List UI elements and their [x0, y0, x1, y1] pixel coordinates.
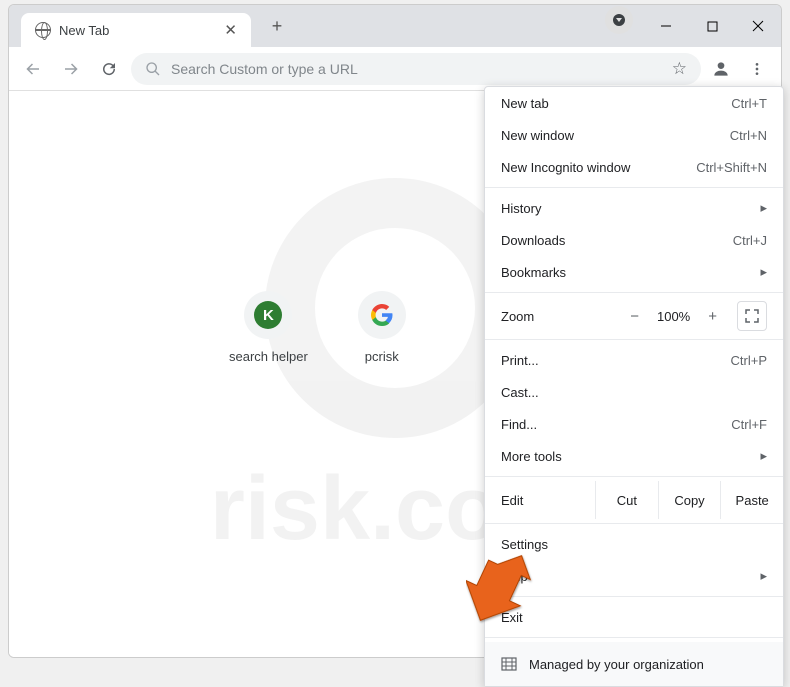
menu-history[interactable]: History▸ [485, 192, 783, 224]
close-window-button[interactable] [735, 6, 781, 46]
shortcut-label: search helper [229, 349, 308, 364]
menu-bookmarks[interactable]: Bookmarks▸ [485, 256, 783, 288]
menu-separator [485, 596, 783, 597]
menu-help[interactable]: Help▸ [485, 560, 783, 592]
back-button[interactable] [17, 53, 49, 85]
zoom-value: 100% [657, 309, 690, 324]
shortcut-icon [358, 291, 406, 339]
zoom-out-button[interactable]: − [630, 308, 639, 325]
menu-separator [485, 476, 783, 477]
menu-separator [485, 292, 783, 293]
edit-cut-button[interactable]: Cut [596, 481, 659, 519]
edit-copy-button[interactable]: Copy [659, 481, 722, 519]
minimize-button[interactable] [643, 6, 689, 46]
shortcut-label: pcrisk [365, 349, 399, 364]
menu-print[interactable]: Print...Ctrl+P [485, 344, 783, 376]
reload-button[interactable] [93, 53, 125, 85]
menu-zoom: Zoom − 100% + [485, 297, 783, 335]
toolbar: Search Custom or type a URL ☆ [9, 47, 781, 91]
chevron-right-icon: ▸ [760, 448, 767, 464]
google-icon [370, 303, 394, 327]
browser-tab[interactable]: New Tab ✕ [21, 13, 251, 47]
menu-find[interactable]: Find...Ctrl+F [485, 408, 783, 440]
search-icon [145, 61, 161, 77]
bookmark-star-icon[interactable]: ☆ [672, 59, 687, 79]
menu-cast[interactable]: Cast... [485, 376, 783, 408]
kebab-menu-button[interactable] [741, 53, 773, 85]
menu-separator [485, 339, 783, 340]
chrome-menu: New tabCtrl+T New windowCtrl+N New Incog… [484, 86, 784, 687]
menu-new-incognito[interactable]: New Incognito windowCtrl+Shift+N [485, 151, 783, 183]
profile-button[interactable] [707, 55, 735, 83]
menu-exit[interactable]: Exit [485, 601, 783, 633]
omnibox-placeholder: Search Custom or type a URL [171, 61, 662, 77]
shortcut-icon: K [244, 291, 292, 339]
tab-title: New Tab [59, 23, 109, 38]
maximize-button[interactable] [689, 6, 735, 46]
chevron-right-icon: ▸ [760, 264, 767, 280]
shortcut-pcrisk[interactable]: pcrisk [358, 291, 406, 364]
menu-new-tab[interactable]: New tabCtrl+T [485, 87, 783, 119]
window-controls [605, 6, 781, 46]
zoom-in-button[interactable]: + [708, 308, 717, 325]
chevron-right-icon: ▸ [760, 568, 767, 584]
organization-icon [501, 656, 517, 672]
new-tab-button[interactable]: + [263, 12, 291, 40]
ntp-shortcuts: K search helper pcrisk [229, 291, 406, 364]
menu-edit: Edit Cut Copy Paste [485, 481, 783, 519]
menu-settings[interactable]: Settings [485, 528, 783, 560]
menu-downloads[interactable]: DownloadsCtrl+J [485, 224, 783, 256]
edit-paste-button[interactable]: Paste [721, 481, 783, 519]
chevron-right-icon: ▸ [760, 200, 767, 216]
titlebar: New Tab ✕ + [9, 5, 781, 47]
menu-more-tools[interactable]: More tools▸ [485, 440, 783, 472]
menu-managed-by-org[interactable]: Managed by your organization [485, 642, 783, 686]
forward-button[interactable] [55, 53, 87, 85]
menu-separator [485, 187, 783, 188]
omnibox[interactable]: Search Custom or type a URL ☆ [131, 53, 701, 85]
extension-badge[interactable] [605, 6, 633, 34]
globe-icon [35, 22, 51, 38]
menu-separator [485, 637, 783, 638]
close-tab-icon[interactable]: ✕ [224, 21, 237, 39]
fullscreen-button[interactable] [737, 301, 767, 331]
menu-new-window[interactable]: New windowCtrl+N [485, 119, 783, 151]
shortcut-search-helper[interactable]: K search helper [229, 291, 308, 364]
menu-separator [485, 523, 783, 524]
